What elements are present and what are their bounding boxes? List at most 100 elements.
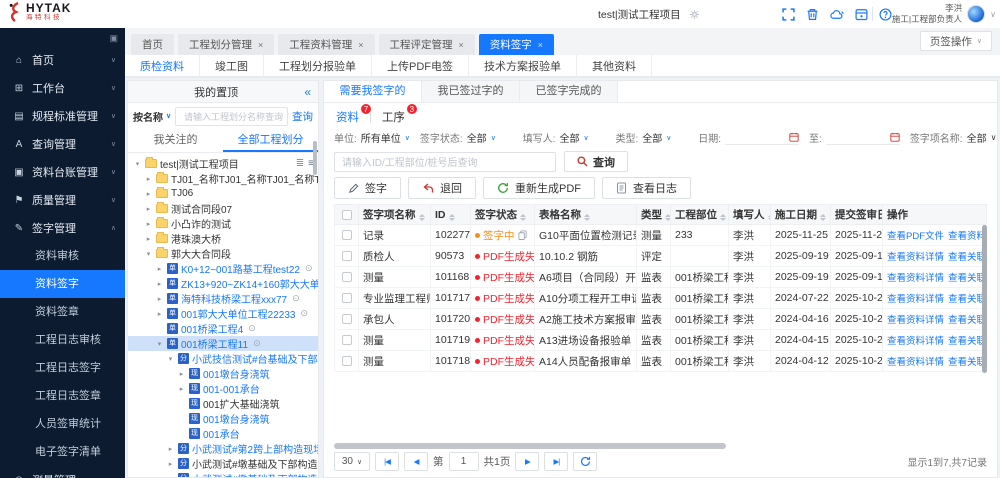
sidebar-item-home[interactable]: ⌂首页∨ xyxy=(0,46,125,74)
user-menu[interactable]: 李洪 施工|工程部负责人 ∨ xyxy=(892,0,996,28)
counter-materials[interactable]: 资料 7 xyxy=(336,109,359,125)
tree-node[interactable]: 现001墩台身浇筑 xyxy=(128,411,318,426)
action-link[interactable]: 查看资料详情 xyxy=(887,357,944,368)
action-link[interactable]: 查看资料详情 xyxy=(887,336,944,347)
close-icon[interactable]: × xyxy=(538,40,543,50)
tree-node[interactable]: 现001承台 xyxy=(128,426,318,441)
sub-tab[interactable]: 质检资料 xyxy=(125,55,200,76)
tab-signature-complete[interactable]: 已签字完成的 xyxy=(520,81,618,102)
sort-icon[interactable] xyxy=(584,214,590,221)
tree-caret-icon[interactable]: ▸ xyxy=(155,265,164,273)
filter-select[interactable]: 全部∨ xyxy=(967,130,997,145)
copy-document-icon[interactable] xyxy=(518,230,527,240)
tree-node[interactable]: 现001扩大基础浇筑 xyxy=(128,396,318,411)
tree-node[interactable]: ▸单K0+12~001路基工程test22⊙ xyxy=(128,261,318,276)
avatar[interactable] xyxy=(967,5,985,23)
table-scrollbar-vertical[interactable] xyxy=(982,225,987,373)
tree-caret-icon[interactable]: ▾ xyxy=(166,355,175,363)
view-log-button[interactable]: 查看日志 xyxy=(602,177,691,199)
table-search-input[interactable]: 请输入ID/工程部位/桩号后查询 xyxy=(334,152,556,172)
row-checkbox[interactable] xyxy=(335,267,359,288)
tree-node[interactable]: ▸测试合同段07 xyxy=(128,201,318,216)
filter-select[interactable]: 所有单位∨ xyxy=(361,130,410,145)
row-checkbox[interactable] xyxy=(335,309,359,330)
tree-caret-icon[interactable]: ▸ xyxy=(177,385,186,393)
tree-node[interactable]: ▸单海特科技桥梁工程xxx77⊙ xyxy=(128,291,318,306)
sort-icon[interactable] xyxy=(520,214,526,221)
table-row[interactable]: 测量101719PDF生成失败A13进场设备报验单监表001桥梁工程/001-0… xyxy=(335,330,987,351)
checkbox-icon[interactable] xyxy=(342,272,352,282)
tree-node[interactable]: ▾test|测试工程项目≣≡ xyxy=(128,156,318,171)
action-link[interactable]: 查看资料详情 xyxy=(948,231,986,242)
tree-node[interactable]: ▾单001桥梁工程11⊙ xyxy=(128,336,318,351)
sidebar-subitem[interactable]: 工程日志审核 xyxy=(0,326,125,354)
column-header[interactable]: ID xyxy=(431,205,471,225)
sidebar-item-sign[interactable]: ✎签字管理∧ xyxy=(0,214,125,242)
table-search-button[interactable]: 查询 xyxy=(564,151,628,172)
tree-caret-icon[interactable]: ▸ xyxy=(155,310,164,318)
tree-caret-icon[interactable]: ▾ xyxy=(155,340,164,348)
user-chevron-down-icon[interactable]: ∨ xyxy=(990,10,996,19)
tree-node[interactable]: ▸现001-001承台 xyxy=(128,381,318,396)
select-all-checkbox[interactable] xyxy=(335,205,359,225)
table-row[interactable]: 记录102277签字中G10平面位置检测记录表测量233李洪2025-11-25… xyxy=(335,225,987,246)
column-header[interactable]: 签字项名称 xyxy=(359,205,431,225)
sidebar-subitem[interactable]: 电子签字清单 xyxy=(0,438,125,466)
filter-select[interactable]: 全部∨ xyxy=(559,130,605,145)
tree-node[interactable]: ▾郭大大合同段 xyxy=(128,246,318,261)
sidebar-item-measure[interactable]: ◎测量管理∨ xyxy=(0,466,125,478)
sort-icon[interactable] xyxy=(665,214,671,221)
sidebar-item-workbench[interactable]: ⊞工作台∨ xyxy=(0,74,125,102)
sort-icon[interactable] xyxy=(449,214,455,221)
tree-scrollbar[interactable] xyxy=(313,141,317,175)
tree-node[interactable]: ▸单001郭大大单位工程22233⊙ xyxy=(128,306,318,321)
sidebar-item-query[interactable]: A查询管理∨ xyxy=(0,130,125,158)
sidebar-item-standards[interactable]: ▤规程标准管理∨ xyxy=(0,102,125,130)
node-settings-icon[interactable]: ⊙ xyxy=(292,293,300,304)
action-link[interactable]: 查看关联资料 xyxy=(948,315,986,326)
tree-node[interactable]: ▸TJ01_名称TJ01_名称TJ01_名称TJ0... xyxy=(128,171,318,186)
tree-node[interactable]: ▸单ZK13+920~ZK14+160郭大大单位工程4... xyxy=(128,276,318,291)
date-input[interactable] xyxy=(826,130,900,145)
row-checkbox[interactable] xyxy=(335,330,359,351)
close-icon[interactable]: × xyxy=(459,40,464,50)
tree-node[interactable]: 单001桥梁工程4⊙ xyxy=(128,321,318,336)
tree-caret-icon[interactable]: ▸ xyxy=(166,460,175,468)
checkbox-icon[interactable] xyxy=(342,335,352,345)
sign-button[interactable]: 签字 xyxy=(334,177,401,199)
checkbox-icon[interactable] xyxy=(342,314,352,324)
page-tab[interactable]: 工程评定管理× xyxy=(379,34,475,55)
page-tab[interactable]: 工程资料管理× xyxy=(278,34,374,55)
wbs-search-button[interactable]: 查询 xyxy=(292,109,313,124)
wbs-search-input[interactable]: 请输入工程划分名称查询 xyxy=(175,107,288,126)
close-icon[interactable]: × xyxy=(258,40,263,50)
trash-icon[interactable] xyxy=(806,8,819,21)
action-link[interactable]: 查看资料详情 xyxy=(887,273,944,284)
sub-tab[interactable]: 技术方案报验单 xyxy=(469,55,577,76)
table-row[interactable]: 承包人101720PDF生成失败A2施工技术方案报审单监表001桥梁工程/001… xyxy=(335,309,987,330)
checkbox-icon[interactable] xyxy=(342,251,352,261)
tree-node[interactable]: ▸分小武测试#墩基础及下部构造 xyxy=(128,471,318,477)
sidebar-subitem[interactable]: 工程日志签字 xyxy=(0,354,125,382)
page-tab[interactable]: 首页 xyxy=(131,34,174,55)
sub-tab[interactable]: 上传PDF电签 xyxy=(372,55,469,76)
sub-tab[interactable]: 竣工图 xyxy=(200,55,264,76)
row-checkbox[interactable] xyxy=(335,225,359,246)
sidebar-subitem[interactable]: 资料审核 xyxy=(0,242,125,270)
sidebar-subitem[interactable]: 资料签字 xyxy=(0,270,125,298)
tree-caret-icon[interactable]: ▸ xyxy=(166,445,175,453)
node-settings-icon[interactable]: ⊙ xyxy=(248,323,256,334)
tree-node[interactable]: ▸TJ06 xyxy=(128,186,318,201)
tree-caret-icon[interactable]: ▸ xyxy=(144,205,153,213)
column-header[interactable]: 类型 xyxy=(637,205,671,225)
tree-caret-icon[interactable]: ▸ xyxy=(144,235,153,243)
prev-page-button[interactable]: ◀ xyxy=(404,452,428,471)
row-checkbox[interactable] xyxy=(335,288,359,309)
tab-i-signed[interactable]: 我已签过字的 xyxy=(422,81,520,102)
sidebar-collapse-icon[interactable]: ▣ xyxy=(109,33,118,44)
tree-node[interactable]: ▾分小武技信测试#台基础及下部构造 xyxy=(128,351,318,366)
sidebar-subitem[interactable]: 人员签审统计 xyxy=(0,410,125,438)
sort-icon[interactable] xyxy=(820,214,826,221)
sub-tab[interactable]: 工程划分报验单 xyxy=(264,55,372,76)
tree-caret-icon[interactable]: ▸ xyxy=(144,175,153,183)
